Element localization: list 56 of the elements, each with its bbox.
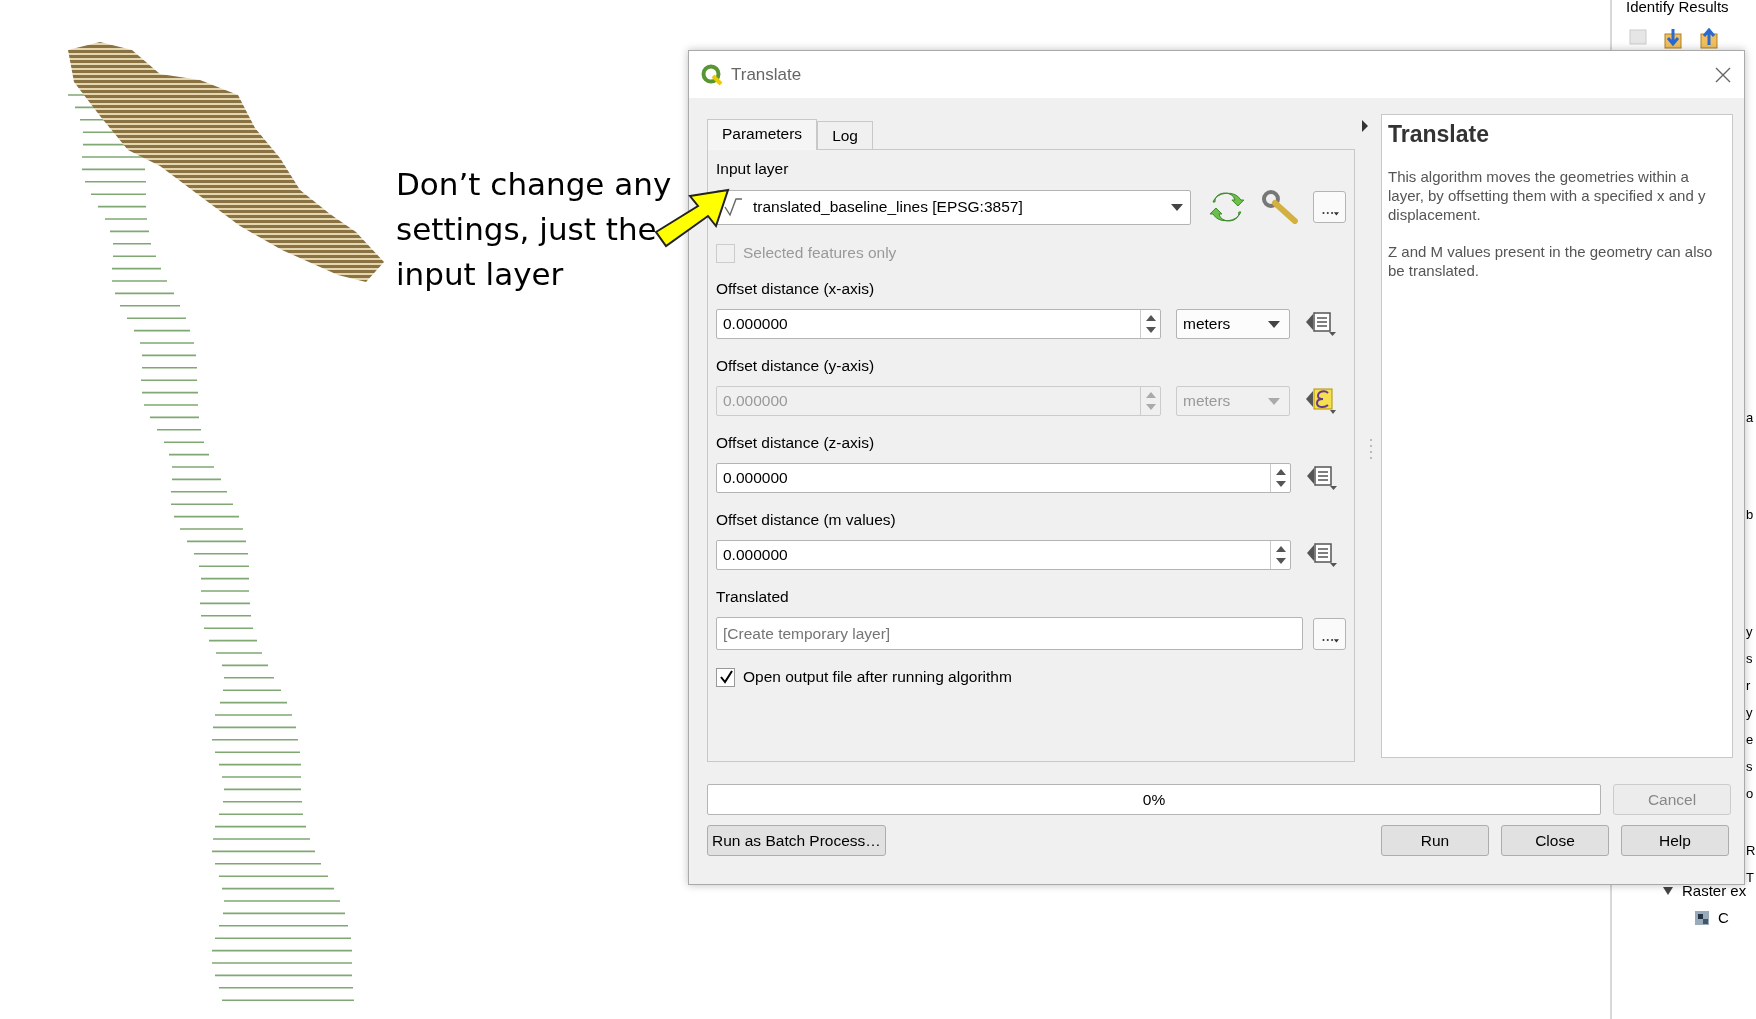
unit-dropdown[interactable]: meters — [1176, 309, 1290, 339]
data-defined-icon[interactable] — [1305, 540, 1339, 570]
tab[interactable]: Log — [817, 121, 873, 149]
progress-bar: 0% — [707, 784, 1601, 815]
field-label: Input layer — [716, 159, 790, 179]
panel-text: y — [1746, 705, 1754, 720]
panel-text: a — [1746, 410, 1755, 425]
panel-title: Identify Results — [1626, 0, 1729, 17]
help-text: Z and M values present in the geometry can also be translated. — [1388, 241, 1714, 280]
output-field[interactable]: [Create temporary layer] — [716, 617, 1303, 650]
batch-button[interactable]: Run as Batch Process… — [707, 825, 886, 856]
raster-icon — [1694, 909, 1710, 926]
field-label: Translated — [716, 587, 790, 607]
checkbox-label[interactable]: Open output file after running algorithm — [743, 666, 1012, 688]
panel-text: T — [1746, 870, 1755, 885]
caret-icon — [1170, 202, 1185, 212]
panel-text: r — [1746, 678, 1752, 693]
dialog-button[interactable]: Close — [1501, 825, 1609, 856]
app-logo-icon — [701, 63, 723, 86]
panel-text: b — [1746, 507, 1755, 522]
layer-dropdown[interactable]: translated_baseline_lines [EPSG:3857] — [716, 189, 1192, 225]
number-field[interactable]: 0.000000 — [716, 309, 1161, 339]
dialog-button[interactable]: Help — [1621, 825, 1729, 856]
panel-text: R — [1746, 843, 1756, 858]
checkbox[interactable] — [716, 667, 735, 687]
help-text: This algorithm moves the geometries within a layer, by offsetting them with a specified x and y displacement. — [1388, 166, 1707, 224]
collapse-arrow-icon[interactable] — [1361, 120, 1369, 132]
close-icon[interactable] — [1714, 65, 1732, 84]
caret-icon — [1267, 396, 1281, 406]
annotation-text: Don’t change any settings, just the input layer — [396, 165, 673, 294]
expand-icon[interactable] — [1662, 28, 1684, 50]
dialog-button[interactable]: Run — [1381, 825, 1489, 856]
collapse-icon[interactable] — [1698, 28, 1720, 50]
help-title: Translate — [1388, 121, 1490, 149]
splitter-handle[interactable] — [1369, 438, 1373, 462]
caret-icon — [1267, 319, 1281, 329]
panel-text: e — [1746, 732, 1755, 747]
field-label: Offset distance (m values) — [716, 510, 897, 530]
tab[interactable]: Parameters — [707, 119, 818, 150]
field-label: Offset distance (y-axis) — [716, 356, 876, 376]
data-defined-icon[interactable] — [1305, 463, 1339, 493]
data-defined-icon[interactable] — [1304, 309, 1338, 339]
panel-text: o — [1746, 786, 1755, 801]
ellipsis-icon — [1320, 209, 1339, 217]
tree-item[interactable]: C — [1718, 906, 1729, 929]
number-field[interactable]: 0.000000 — [716, 540, 1291, 570]
panel-text: s — [1746, 651, 1754, 666]
field-label: Offset distance (z-axis) — [716, 433, 876, 453]
field-label: Offset distance (x-axis) — [716, 279, 876, 299]
check-icon — [718, 670, 733, 684]
window-title: Translate — [731, 63, 802, 86]
panel-text: s — [1746, 759, 1754, 774]
line-layer-icon — [723, 197, 745, 217]
panel-text: y — [1746, 624, 1754, 639]
number-field[interactable]: 0.000000 — [716, 463, 1291, 493]
expand-arrow-icon[interactable] — [1662, 886, 1674, 897]
